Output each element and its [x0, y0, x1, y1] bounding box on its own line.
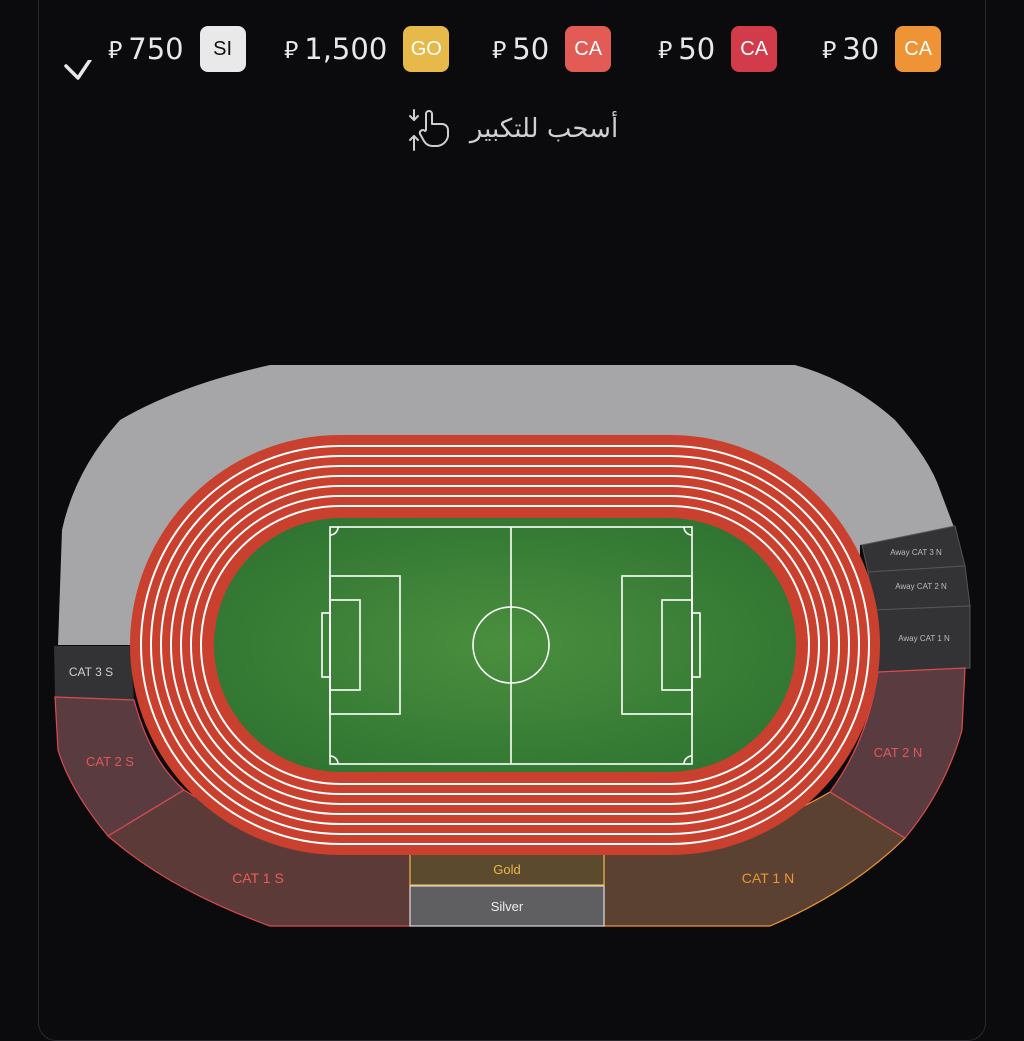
- section-label: Silver: [491, 899, 524, 914]
- section-label: CAT 3 S: [69, 665, 113, 679]
- section-label: CAT 1 S: [232, 870, 284, 886]
- pitch-grass: [214, 518, 796, 772]
- section-label: Gold: [493, 862, 520, 877]
- section-label: Away CAT 2 N: [895, 582, 947, 591]
- section-label: CAT 2 N: [874, 745, 923, 760]
- section-label: CAT 2 S: [86, 754, 134, 769]
- section-label: Away CAT 1 N: [898, 634, 950, 643]
- section-label: Away CAT 3 N: [890, 548, 942, 557]
- section-label: CAT 1 N: [742, 870, 794, 886]
- stadium-map: Away CAT 3 N Away CAT 2 N Away CAT 1 N C…: [54, 365, 971, 927]
